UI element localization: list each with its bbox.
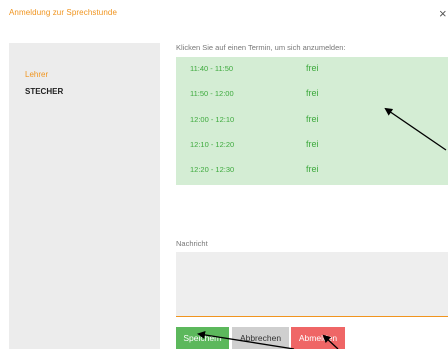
slot-status: frei	[306, 88, 319, 98]
slot-item[interactable]: 12:00 - 12:10 frei	[176, 108, 448, 132]
slot-time: 12:10 - 12:20	[190, 140, 235, 149]
slot-item[interactable]: 12:10 - 12:20 frei	[176, 133, 448, 157]
slot-item[interactable]: 12:20 - 12:30 frei	[176, 158, 448, 182]
message-input[interactable]	[176, 252, 448, 317]
slot-list: 11:40 - 11:50 frei 11:50 - 12:00 frei 12…	[176, 57, 448, 185]
slot-status: frei	[306, 139, 319, 149]
slot-time: 12:00 - 12:10	[190, 115, 235, 124]
teacher-label: Lehrer	[25, 70, 49, 79]
slot-status: frei	[306, 63, 319, 73]
slot-time: 11:50 - 12:00	[190, 89, 234, 98]
slot-time: 12:20 - 12:30	[190, 165, 235, 174]
unsubscribe-button[interactable]: Abmelden	[291, 327, 345, 349]
slot-instruction: Klicken Sie auf einen Termin, um sich an…	[176, 43, 346, 52]
slot-item[interactable]: 11:40 - 11:50 frei	[176, 57, 448, 81]
teacher-name: STECHER	[25, 87, 64, 96]
sidebar: Lehrer STECHER	[9, 43, 160, 349]
save-button[interactable]: Speichern	[176, 327, 229, 349]
slot-item[interactable]: 11:50 - 12:00 frei	[176, 82, 448, 106]
slot-status: frei	[306, 114, 319, 124]
message-label: Nachricht	[176, 239, 208, 248]
dialog-title: Anmeldung zur Sprechstunde	[9, 8, 117, 17]
close-icon[interactable]: ×	[439, 7, 447, 20]
slot-status: frei	[306, 164, 319, 174]
slot-time: 11:40 - 11:50	[190, 64, 234, 73]
cancel-button[interactable]: Abbrechen	[232, 327, 289, 349]
